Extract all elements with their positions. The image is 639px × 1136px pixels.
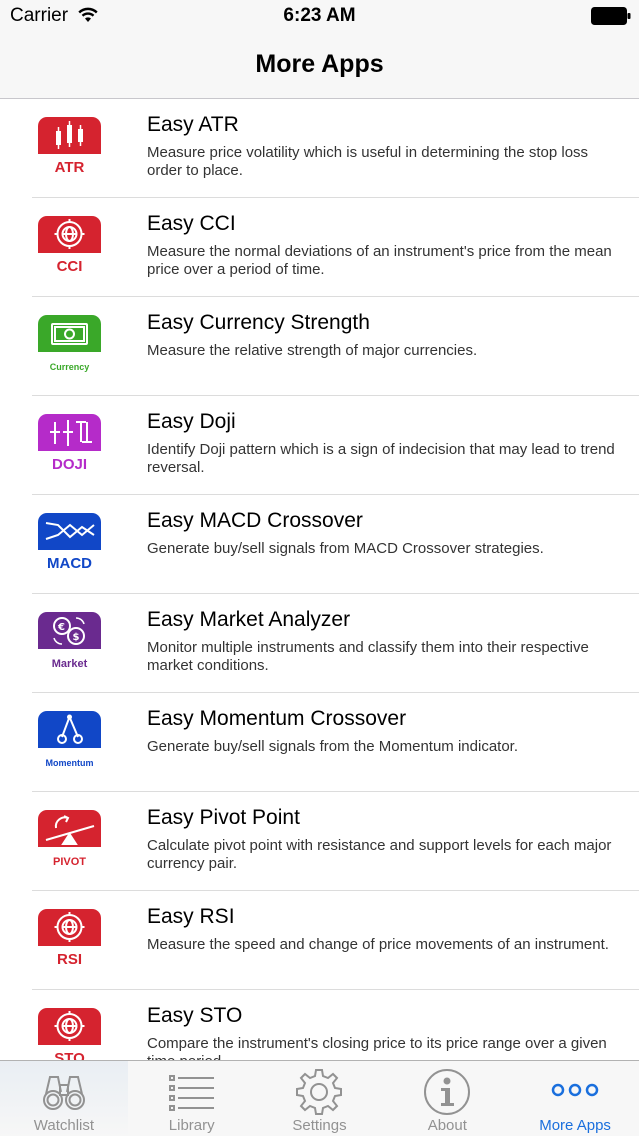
app-name: Easy Doji (147, 410, 236, 433)
tab-label: About (427, 1117, 467, 1134)
navigation-bar: More Apps (0, 36, 639, 99)
target-globe-icon: STO (38, 1008, 101, 1060)
more-dots-icon (551, 1083, 599, 1097)
app-row[interactable]: RSI Easy RSI Measure the speed and change … (0, 891, 639, 990)
crossover-lines-icon: MACD (38, 513, 101, 576)
app-row[interactable]: Momentum Easy Momentum Crossover Generate … (0, 693, 639, 792)
app-icon: Currency (38, 315, 101, 378)
list-icon (168, 1075, 214, 1111)
binoculars-icon (42, 1076, 85, 1110)
status-bar: Carrier 6:23 AM (0, 0, 639, 36)
app-icon: PIVOT (38, 810, 101, 873)
gear-icon (296, 1069, 343, 1115)
app-description: Calculate pivot point with resistance an… (147, 837, 612, 872)
tab-library[interactable]: Library (128, 1061, 256, 1136)
tab-label: Watchlist (33, 1117, 95, 1134)
tab-about[interactable]: About (383, 1061, 511, 1136)
tab-label: Settings (292, 1117, 347, 1134)
app-row[interactable]: STO Easy STO Compare the instrument's clos… (0, 990, 639, 1060)
app-description: Monitor multiple instruments and classif… (147, 639, 589, 674)
app-description: Generate buy/sell signals from the Momen… (147, 738, 519, 755)
app-icon-label: MACD (47, 555, 92, 572)
info-icon (424, 1069, 471, 1115)
app-icon: MACD (38, 513, 101, 576)
app-icon-label: Market (52, 658, 88, 670)
pendulum-icon: Momentum (38, 711, 101, 774)
app-description: Compare the instrument's closing price t… (147, 1035, 607, 1060)
app-row[interactable]: DOJI Easy Doji Identify Doji pattern which… (0, 396, 639, 495)
app-description: Measure the speed and change of price mo… (147, 936, 609, 953)
tab-more-apps[interactable]: More Apps (511, 1061, 639, 1136)
tab-settings[interactable]: Settings (256, 1061, 384, 1136)
app-row[interactable]: PIVOT Easy Pivot Point Calculate pivot poi… (0, 792, 639, 891)
app-name: Easy CCI (147, 212, 236, 235)
app-icon: STO (38, 1008, 101, 1060)
app-row[interactable]: € $ Market Easy Market Analyzer Monitor mult… (0, 594, 639, 693)
app-description: Generate buy/sell signals from MACD Cros… (147, 540, 544, 557)
app-row[interactable]: MACD Easy MACD Crossover Generate buy/sell… (0, 495, 639, 594)
svg-text:€: € (57, 622, 65, 633)
app-description: Measure price volatility which is useful… (147, 144, 589, 179)
app-icon-label: ATR (55, 159, 85, 176)
tab-label: Library (168, 1117, 215, 1134)
app-name: Easy Currency Strength (147, 311, 370, 334)
app-name: Easy Pivot Point (147, 806, 300, 829)
app-description: Measure the normal deviations of an inst… (147, 243, 612, 278)
app-icon: CCI (38, 216, 101, 279)
app-description: Identify Doji pattern which is a sign of… (147, 441, 615, 476)
app-name: Easy Market Analyzer (147, 608, 351, 631)
target-globe-icon: RSI (38, 909, 101, 972)
app-icon-label: Currency (50, 362, 90, 372)
app-name: Easy STO (147, 1004, 243, 1027)
app-list[interactable]: ATR Easy ATR Measure price volatility whic… (0, 99, 639, 1060)
banknote-icon: Currency (38, 315, 101, 378)
app-icon-label: STO (54, 1050, 85, 1060)
app-name: Easy Momentum Crossover (147, 707, 407, 730)
app-icon: Momentum (38, 711, 101, 774)
app-icon-label: RSI (57, 951, 82, 968)
app-description: Measure the relative strength of major c… (147, 342, 478, 359)
target-globe-icon: CCI (38, 216, 101, 279)
app-icon: € $ Market (38, 612, 101, 675)
clock: 6:23 AM (283, 5, 356, 26)
tab-watchlist[interactable]: Watchlist (0, 1061, 128, 1136)
app-icon-label: CCI (57, 258, 83, 275)
app-row[interactable]: ATR Easy ATR Measure price volatility whic… (0, 99, 639, 198)
app-icon-label: Momentum (46, 758, 94, 768)
doji-candles-icon: DOJI (38, 414, 101, 477)
app-icon-label: DOJI (52, 456, 87, 473)
seesaw-icon: PIVOT (38, 810, 101, 873)
app-icon: ATR (38, 117, 101, 180)
svg-text:$: $ (73, 632, 80, 643)
app-name: Easy MACD Crossover (147, 509, 363, 532)
battery-icon (591, 7, 631, 25)
tab-label: More Apps (539, 1117, 611, 1134)
app-name: Easy RSI (147, 905, 235, 928)
page-title: More Apps (255, 50, 384, 78)
app-row[interactable]: CCI Easy CCI Measure the normal deviations… (0, 198, 639, 297)
app-icon: RSI (38, 909, 101, 972)
app-row[interactable]: Currency Easy Currency Strength Measure th… (0, 297, 639, 396)
currency-exchange-icon: € $ Market (38, 612, 101, 675)
app-icon-label: PIVOT (53, 856, 86, 868)
candlestick-icon: ATR (38, 117, 101, 180)
tab-bar: Watchlist Library Settings About More Ap… (0, 1060, 639, 1136)
app-icon: DOJI (38, 414, 101, 477)
app-name: Easy ATR (147, 113, 239, 136)
